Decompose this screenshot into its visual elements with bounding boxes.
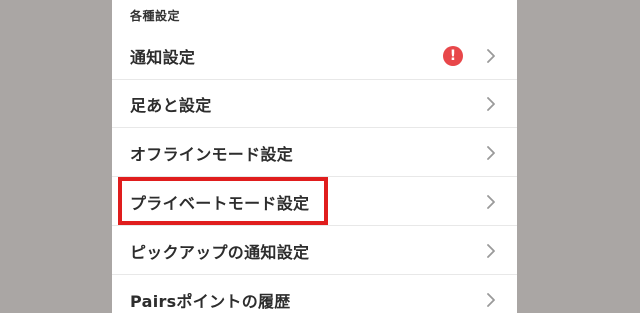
row-label: 通知設定: [130, 47, 196, 67]
settings-row-points-history[interactable]: Pairsポイントの履歴: [112, 276, 517, 313]
chevron-right-icon: [487, 194, 495, 209]
row-label: オフラインモード設定: [130, 144, 294, 164]
settings-row-notification[interactable]: 通知設定 !: [112, 32, 517, 80]
settings-panel: 各種設定 通知設定 ! 足あと設定 オフラインモード設定 プライベートモード設定…: [112, 0, 517, 313]
settings-row-footprints[interactable]: 足あと設定: [112, 80, 517, 128]
settings-row-offline-mode[interactable]: オフラインモード設定: [112, 129, 517, 177]
exclamation-icon: !: [443, 45, 463, 66]
chevron-right-icon: [487, 48, 495, 63]
chevron-right-icon: [487, 96, 495, 111]
settings-row-pickup-notification[interactable]: ピックアップの通知設定: [112, 227, 517, 275]
row-label: Pairsポイントの履歴: [130, 291, 291, 311]
settings-row-private-mode[interactable]: プライベートモード設定: [112, 178, 517, 226]
row-label: ピックアップの通知設定: [130, 242, 310, 262]
row-label: プライベートモード設定: [130, 193, 310, 213]
chevron-right-icon: [487, 243, 495, 258]
row-label: 足あと設定: [130, 95, 212, 115]
chevron-right-icon: [487, 145, 495, 160]
chevron-right-icon: [487, 292, 495, 307]
section-header: 各種設定: [130, 9, 181, 23]
